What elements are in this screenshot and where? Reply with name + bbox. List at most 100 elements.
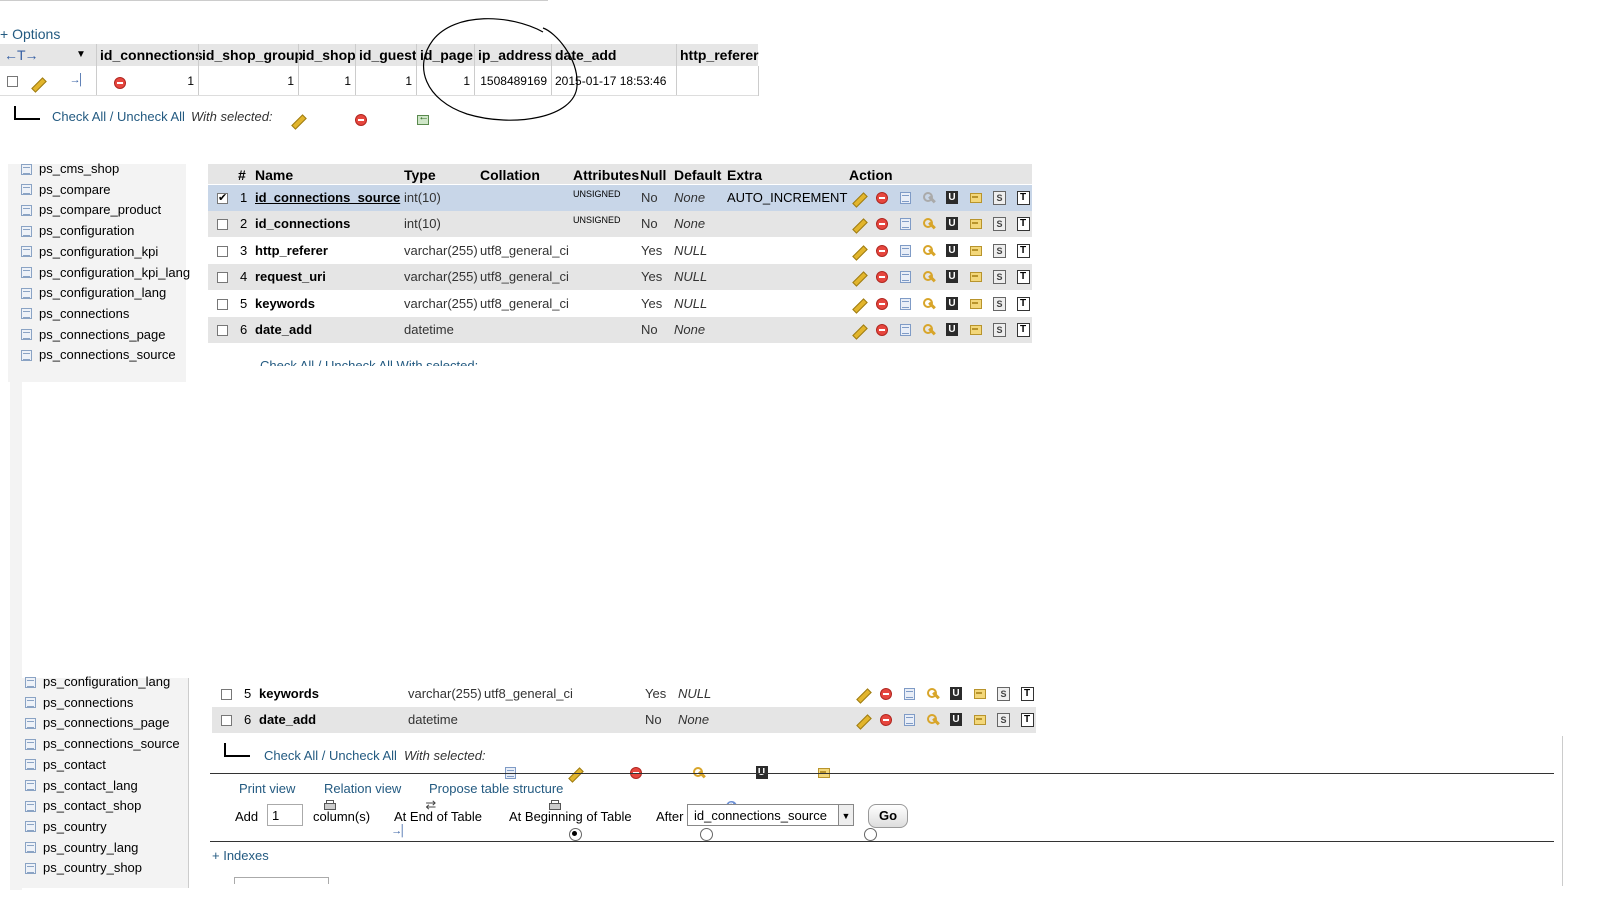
sidebar-item-ps_country[interactable]: ps_country [24,817,107,837]
edit-pencil-icon[interactable] [30,76,44,90]
sidebar-item-ps_cms_shop[interactable]: ps_cms_shop [20,159,119,179]
change-pencil-icon[interactable] [851,244,865,258]
row-checkbox[interactable] [217,298,228,310]
change-pencil-icon[interactable] [851,270,865,284]
sort-dropdown-icon[interactable]: ▼ [76,44,86,66]
spatial-icon[interactable] [992,217,1006,232]
sidebar-item-ps_compare[interactable]: ps_compare [20,180,111,200]
drop-icon[interactable] [875,217,889,231]
primary-key-icon[interactable] [926,713,940,727]
drop-icon[interactable] [875,244,889,258]
row-checkbox[interactable] [221,715,232,726]
spatial-icon[interactable] [992,270,1006,285]
browse-icon[interactable] [898,270,912,284]
primary-key-icon[interactable] [922,297,936,311]
browse-icon[interactable] [902,687,916,701]
fulltext-icon[interactable] [1016,270,1030,285]
unique-icon[interactable] [949,687,963,701]
result-cell[interactable]: 1 [187,67,194,95]
result-col-header[interactable]: id_shop [302,44,356,66]
sidebar-item-ps_country_lang[interactable]: ps_country_lang [24,838,138,858]
browse-icon[interactable] [898,244,912,258]
row-checkbox[interactable] [217,325,228,336]
column-name[interactable]: id_connections [255,211,350,237]
sidebar-item-ps_connections[interactable]: ps_connections [24,693,133,713]
bulk-edit-pencil-icon[interactable] [290,113,304,127]
fulltext-icon[interactable] [1016,217,1030,232]
at-beginning-radio[interactable] [699,827,713,841]
after-column-select[interactable]: id_connections_source ▼ [687,804,854,826]
index-icon[interactable] [969,297,983,311]
drop-icon[interactable] [875,297,889,311]
sidebar-item-ps_connections_source[interactable]: ps_connections_source [20,345,176,365]
delete-icon[interactable] [113,76,127,90]
inline-edit-icon[interactable] [70,74,85,90]
column-name[interactable]: keywords [255,291,315,317]
row-checkbox[interactable] [217,272,228,284]
unique-icon[interactable] [945,323,959,337]
browse-icon[interactable] [898,323,912,337]
sidebar-item-ps_connections_page[interactable]: ps_connections_page [24,713,170,733]
index-icon[interactable] [969,191,983,205]
fulltext-icon[interactable] [1016,296,1030,311]
print-view-link[interactable]: Print view [239,781,295,796]
fulltext-icon[interactable] [1020,713,1034,727]
column-arrows[interactable]: ←T→ [4,44,39,66]
go-button[interactable]: Go [868,804,909,828]
index-icon[interactable] [969,217,983,231]
row-checkbox[interactable] [221,689,232,700]
primary-key-icon[interactable] [922,217,936,231]
index-icon[interactable] [969,270,983,284]
fulltext-icon[interactable] [1016,323,1030,337]
row-checkbox[interactable] [217,191,228,204]
unique-icon[interactable] [945,191,959,205]
options-link[interactable]: + Options [0,26,60,42]
result-col-header[interactable]: id_guest [359,44,417,66]
result-col-header[interactable]: id_connections [100,44,203,66]
spatial-icon[interactable] [992,296,1006,311]
spatial-icon[interactable] [996,713,1010,727]
change-pencil-icon[interactable] [855,713,869,727]
sidebar-item-ps_configuration_lang[interactable]: ps_configuration_lang [24,672,170,692]
bulk-export-icon[interactable] [416,111,430,127]
row-checkbox[interactable] [217,219,228,231]
row-checkbox[interactable] [217,245,228,257]
fulltext-icon[interactable] [1020,687,1034,701]
bulk-delete-icon[interactable] [354,113,368,127]
indexes-link[interactable]: + Indexes [212,848,269,863]
result-cell[interactable]: 1 [344,67,351,95]
browse-icon[interactable] [898,191,912,205]
sidebar-item-ps_compare_product[interactable]: ps_compare_product [20,200,161,220]
change-pencil-icon[interactable] [855,687,869,701]
scrollbar-edge[interactable] [1562,736,1563,886]
primary-key-icon[interactable] [922,244,936,258]
result-col-header[interactable]: http_referer [680,44,759,66]
at-end-radio[interactable] [568,827,582,841]
drop-icon[interactable] [875,323,889,337]
primary-key-icon[interactable] [922,323,936,337]
drop-icon[interactable] [879,687,893,701]
primary-key-icon[interactable] [922,191,936,205]
cut-check-all-text[interactable]: Check All / Uncheck All With selected: [260,358,478,366]
relation-view-link[interactable]: Relation view [324,781,401,796]
unique-icon[interactable] [945,296,959,311]
bottom-check-all-link[interactable]: Check All / Uncheck All [264,748,397,763]
column-name[interactable]: request_uri [255,264,326,290]
spatial-icon[interactable] [996,687,1010,701]
result-cell[interactable]: 1 [287,67,294,95]
sidebar-item-ps_configuration_kpi[interactable]: ps_configuration_kpi [20,242,158,262]
propose-structure-link[interactable]: Propose table structure [429,781,563,796]
unique-icon[interactable] [945,270,959,284]
column-name[interactable]: date_add [255,317,312,343]
unique-icon[interactable] [949,713,963,727]
sidebar-item-ps_configuration_lang[interactable]: ps_configuration_lang [20,283,166,303]
column-name[interactable]: http_referer [255,238,328,264]
browse-icon[interactable] [898,217,912,231]
result-col-header[interactable]: id_shop_group [202,44,303,66]
change-pencil-icon[interactable] [851,323,865,337]
change-pencil-icon[interactable] [851,191,865,205]
column-name[interactable]: date_add [259,707,316,733]
change-pencil-icon[interactable] [851,297,865,311]
add-count-input[interactable]: 1 [267,804,303,826]
sidebar-item-ps_connections[interactable]: ps_connections [20,304,129,324]
